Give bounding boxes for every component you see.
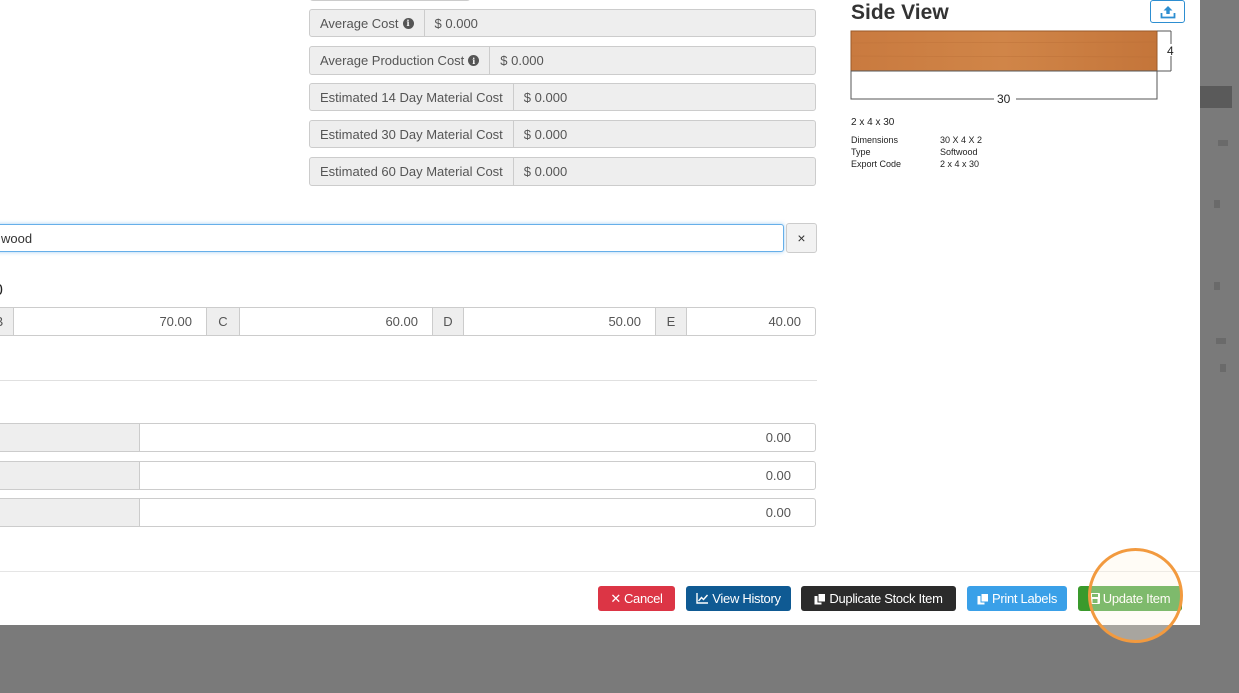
spec-export-code-value: 2 x 4 x 30	[940, 159, 980, 169]
cancel-button[interactable]: ✕ Cancel	[598, 586, 675, 611]
average-production-cost-label: Average Production Cost	[320, 53, 465, 68]
close-icon: ✕	[610, 590, 621, 606]
duplicate-stock-item-button[interactable]: Duplicate Stock Item	[801, 586, 956, 611]
price-tag-c: C	[206, 308, 240, 335]
copy-icon	[814, 592, 827, 605]
estimated-60-day-cost-value: $ 0.000	[523, 164, 568, 179]
numeric-input[interactable]: 0.00	[140, 462, 815, 489]
footer-divider	[0, 571, 1200, 572]
estimated-14-day-cost-field: Estimated 14 Day Material Cost $ 0.000	[309, 83, 816, 111]
upload-button[interactable]	[1150, 0, 1185, 23]
average-production-cost-field: Average Production Cost i $ 0.000	[309, 46, 816, 75]
side-view-title: Side View	[851, 1, 949, 24]
highlight-circle	[1088, 548, 1183, 643]
estimated-30-day-cost-value: $ 0.000	[523, 126, 568, 142]
print-labels-button[interactable]: Print Labels	[967, 586, 1067, 611]
view-history-button[interactable]: View History	[686, 586, 791, 611]
type-select-input[interactable]: wood	[0, 224, 784, 252]
price-input-c[interactable]: 60.00	[240, 308, 432, 335]
line-chart-icon	[696, 593, 709, 604]
board-top	[850, 30, 1158, 72]
spec-dimensions-label: Dimensions	[851, 135, 899, 145]
price-tag-e: E	[655, 308, 687, 335]
view-history-label: View History	[712, 591, 781, 606]
average-cost-label: Average Cost	[320, 15, 399, 31]
price-input-e[interactable]: 40.00	[687, 308, 815, 335]
estimated-14-day-cost-label: Estimated 14 Day Material Cost	[310, 84, 514, 110]
print-labels-label: Print Labels	[991, 591, 1058, 606]
upload-icon	[1160, 5, 1175, 18]
estimated-14-day-cost-value: $ 0.000	[523, 89, 568, 105]
field-addon	[0, 499, 140, 526]
estimated-30-day-cost-label: Estimated 30 Day Material Cost	[310, 121, 514, 147]
duplicate-label: Duplicate Stock Item	[829, 591, 943, 606]
height-dimension-label: 4	[1167, 44, 1174, 58]
spec-type-value: Softwood	[940, 147, 978, 157]
estimated-60-day-cost-field: Estimated 60 Day Material Cost $ 0.000	[309, 157, 816, 186]
section-label: 0	[0, 282, 3, 300]
section-divider	[0, 380, 817, 381]
info-icon[interactable]: i	[468, 55, 480, 66]
type-select-value: wood	[1, 230, 33, 246]
info-icon[interactable]: i	[402, 17, 414, 29]
price-tag-d: D	[432, 308, 464, 335]
numeric-field-row: 0.00	[0, 498, 816, 527]
spec-export-code-label: Export Code	[851, 159, 902, 169]
numeric-field-row: 0.00	[0, 423, 816, 452]
estimated-30-day-cost-field: Estimated 30 Day Material Cost $ 0.000	[309, 120, 816, 148]
price-input-d[interactable]: 50.00	[464, 308, 655, 335]
average-cost-field: Average Cost i $ 0.000	[309, 9, 816, 37]
numeric-input[interactable]: 0.00	[140, 499, 815, 526]
stock-item-modal: Average Cost i $ 0.000 Average Production…	[0, 0, 1200, 625]
average-production-cost-value: $ 0.000	[500, 53, 544, 68]
length-dimension-label: 30	[997, 92, 1011, 106]
estimated-60-day-cost-label: Estimated 60 Day Material Cost	[310, 158, 514, 185]
numeric-input[interactable]: 0.00	[140, 424, 815, 451]
field-addon	[0, 424, 140, 451]
spec-type-label: Type	[851, 147, 871, 157]
spec-dimensions-value: 30 X 4 X 2	[940, 135, 983, 145]
price-levels-group: B 70.00 C 60.00 D 50.00 E 40.00	[0, 307, 816, 336]
copy-icon	[977, 592, 989, 605]
price-input-b[interactable]: 70.00	[14, 308, 206, 335]
clear-type-button[interactable]: ×	[786, 223, 817, 253]
price-tag-b: B	[0, 308, 14, 335]
side-view-diagram: 4 30	[850, 30, 1175, 106]
numeric-field-row: 0.00	[0, 461, 816, 490]
field-addon	[0, 462, 140, 489]
average-cost-value: $ 0.000	[434, 15, 478, 31]
cancel-label: Cancel	[623, 591, 663, 606]
board-caption: 2 x 4 x 30	[851, 117, 895, 128]
field-edge	[309, 0, 471, 1]
